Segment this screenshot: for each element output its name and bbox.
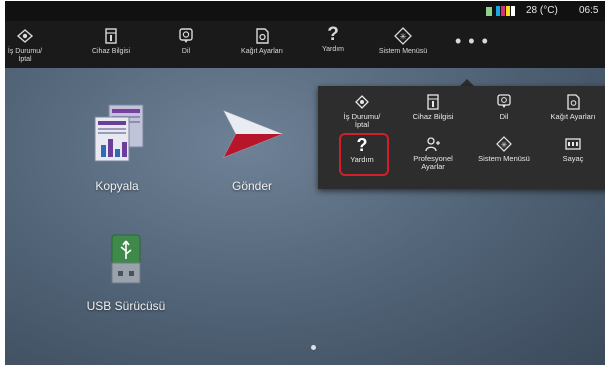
system-menu-icon: ✳ bbox=[394, 27, 412, 45]
toolbar-language-button[interactable]: Dil bbox=[171, 21, 201, 68]
system-menu-icon: ✳ bbox=[496, 136, 512, 152]
device-info-icon bbox=[105, 28, 117, 44]
popup-job-status-button[interactable]: İş Durumu/ İptal bbox=[326, 94, 398, 129]
language-icon bbox=[497, 94, 511, 108]
popup-professional-settings-button[interactable]: Profesyonel Ayarlar bbox=[397, 136, 469, 171]
counter-icon bbox=[565, 138, 581, 150]
toolbar-label: Kağıt Ayarları bbox=[241, 48, 283, 55]
popup-device-info-button[interactable]: Cihaz Bilgisi bbox=[397, 94, 469, 121]
popup-item-label: Sistem Menüsü bbox=[478, 154, 530, 163]
usb-drive-icon bbox=[111, 234, 141, 284]
svg-text:✳: ✳ bbox=[399, 33, 407, 43]
paper-settings-icon bbox=[567, 94, 580, 110]
temperature-readout: 28 (°C) bbox=[526, 5, 558, 16]
popup-paper-settings-button[interactable]: Kağıt Ayarları bbox=[537, 94, 605, 121]
touch-screen: 28 (°C) 06:5 İş Durumu/ İptal Cihaz Bilg… bbox=[5, 1, 605, 365]
job-status-icon bbox=[16, 29, 34, 43]
app-usb-drive[interactable]: USB Sürücüsü bbox=[71, 231, 181, 321]
send-icon bbox=[222, 110, 284, 158]
toolbar-label: Cihaz Bilgisi bbox=[91, 48, 131, 55]
popup-item-label: Dil bbox=[499, 112, 509, 121]
toolbar-label: Dil bbox=[181, 48, 191, 55]
popup-item-label: İş Durumu/ İptal bbox=[343, 112, 381, 129]
top-toolbar: İş Durumu/ İptal Cihaz Bilgisi Dil Kağıt… bbox=[5, 21, 605, 68]
copy-icon bbox=[94, 104, 144, 162]
paper-settings-icon bbox=[256, 28, 269, 44]
toolbar-help-button[interactable]: ? Yardım bbox=[315, 21, 351, 68]
popup-item-label: Profesyonel Ayarlar bbox=[413, 154, 453, 171]
popup-item-label: Cihaz Bilgisi bbox=[412, 112, 454, 121]
app-label: Kopyala bbox=[95, 179, 139, 193]
popup-system-menu-button[interactable]: ✳ Sistem Menüsü bbox=[468, 136, 540, 163]
app-send[interactable]: Gönder bbox=[210, 101, 294, 201]
toolbar-label: Sistem Menüsü bbox=[378, 48, 428, 55]
popup-pointer bbox=[460, 79, 474, 86]
popup-item-label: Sayaç bbox=[562, 154, 584, 163]
language-icon bbox=[179, 28, 193, 43]
toolbar-job-status-button[interactable]: İş Durumu/ İptal bbox=[5, 21, 45, 68]
status-bar: 28 (°C) 06:5 bbox=[5, 1, 605, 21]
popup-item-label: Kağıt Ayarları bbox=[550, 112, 596, 121]
help-icon: ? bbox=[327, 24, 339, 45]
app-label: USB Sürücüsü bbox=[86, 299, 166, 313]
job-status-icon bbox=[355, 95, 369, 109]
clock: 06:5 bbox=[579, 5, 599, 16]
page-indicator bbox=[311, 345, 316, 350]
more-menu-button[interactable]: • • • bbox=[455, 31, 489, 52]
toolbar-label: Yardım bbox=[321, 46, 345, 53]
professional-settings-icon bbox=[425, 137, 440, 152]
popup-language-button[interactable]: Dil bbox=[468, 94, 540, 121]
toolbar-label: İş Durumu/ İptal bbox=[7, 48, 43, 63]
svg-text:✳: ✳ bbox=[501, 141, 508, 150]
popup-counter-button[interactable]: Sayaç bbox=[537, 136, 605, 163]
device-info-icon bbox=[427, 94, 439, 110]
help-highlight-frame bbox=[339, 133, 389, 176]
toolbar-system-menu-button[interactable]: ✳ Sistem Menüsü bbox=[369, 21, 437, 68]
toner-level-icon bbox=[486, 6, 515, 16]
toolbar-device-info-button[interactable]: Cihaz Bilgisi bbox=[83, 21, 139, 68]
app-copy[interactable]: Kopyala bbox=[75, 101, 159, 201]
toolbar-paper-settings-button[interactable]: Kağıt Ayarları bbox=[231, 21, 293, 68]
app-label: Gönder bbox=[231, 179, 273, 193]
